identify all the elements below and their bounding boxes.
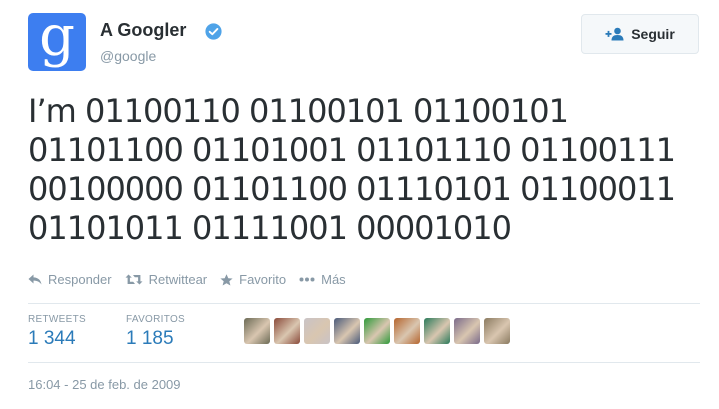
- user-avatar-2[interactable]: [274, 318, 300, 344]
- follow-person-icon: [605, 27, 624, 41]
- favorites-stat[interactable]: FAVORITOS 1 185: [126, 314, 185, 350]
- more-dots-icon: [299, 277, 315, 282]
- user-avatar-7[interactable]: [424, 318, 450, 344]
- follow-button[interactable]: Seguir: [581, 14, 699, 54]
- favoriters-avatar-list: [244, 318, 510, 344]
- user-avatar-9[interactable]: [484, 318, 510, 344]
- google-g-logo: g: [39, 13, 75, 69]
- retweets-stat[interactable]: RETWEETS 1 344: [28, 314, 86, 350]
- retweet-action[interactable]: Retwittear: [125, 272, 208, 287]
- user-avatar-8[interactable]: [454, 318, 480, 344]
- user-avatar-1[interactable]: [244, 318, 270, 344]
- verified-badge-icon: [205, 23, 222, 40]
- star-icon: [220, 273, 233, 285]
- reply-label: Responder: [48, 272, 112, 287]
- retweet-label: Retwittear: [148, 272, 208, 287]
- author-avatar[interactable]: g: [28, 13, 86, 71]
- favorite-label: Favorito: [239, 272, 287, 287]
- user-avatar-3[interactable]: [304, 318, 330, 344]
- tweet-timestamp[interactable]: 16:04 - 25 de feb. de 2009: [28, 377, 181, 392]
- follow-button-label: Seguir: [631, 26, 675, 42]
- stats-top-divider: [28, 303, 700, 304]
- reply-icon: [28, 274, 42, 285]
- user-avatar-5[interactable]: [364, 318, 390, 344]
- tweet-actions: Responder Retwittear Favorito Más: [28, 272, 359, 287]
- more-action[interactable]: Más: [299, 272, 346, 287]
- reply-action[interactable]: Responder: [28, 272, 112, 287]
- retweets-stat-label: RETWEETS: [28, 314, 86, 325]
- more-label: Más: [321, 272, 346, 287]
- retweets-count: 1 344: [28, 328, 76, 349]
- favorites-stat-label: FAVORITOS: [126, 314, 186, 325]
- stats-bottom-divider: [28, 362, 700, 363]
- author-fullname[interactable]: A Googler: [100, 20, 186, 41]
- favorite-action[interactable]: Favorito: [220, 272, 286, 287]
- user-avatar-6[interactable]: [394, 318, 420, 344]
- favorites-count: 1 185: [126, 328, 174, 349]
- tweet-text: I’m 01100110 01100101 01100101 01101100 …: [28, 92, 676, 247]
- user-avatar-4[interactable]: [334, 318, 360, 344]
- author-screenname[interactable]: @google: [100, 48, 156, 64]
- retweet-icon: [125, 274, 143, 285]
